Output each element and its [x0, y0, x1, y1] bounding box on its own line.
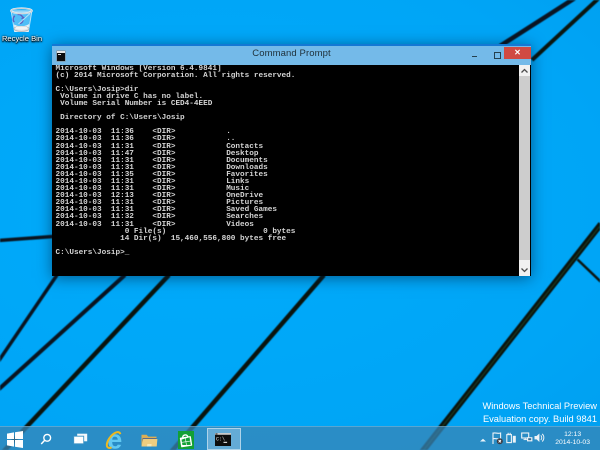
- svg-text:C:\: C:\: [216, 437, 225, 443]
